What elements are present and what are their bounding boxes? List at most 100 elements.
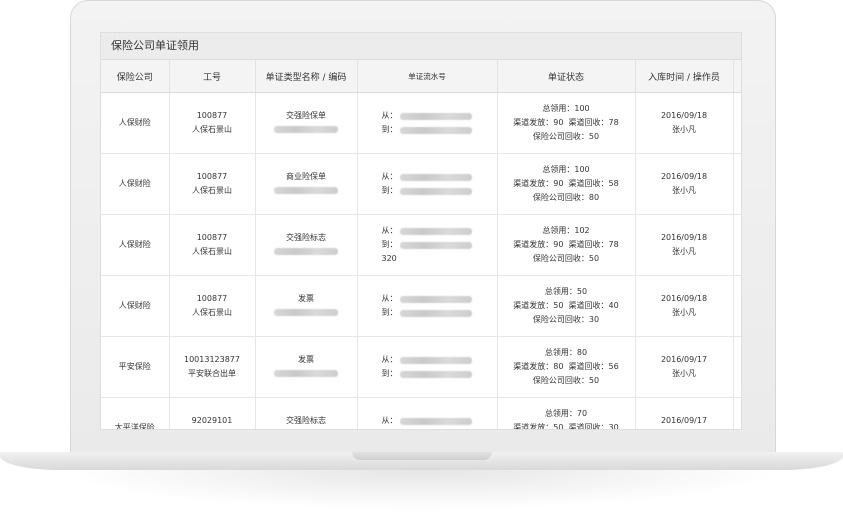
in-date: 2016/09/17 xyxy=(660,355,708,364)
channel-issue-value: 90 xyxy=(553,118,564,127)
channel-issue-value: 80 xyxy=(553,362,564,371)
cell-serial: 从： 到： 320 xyxy=(357,214,498,276)
serial-to-label: 到： xyxy=(381,125,398,134)
serial-to-label: 到： xyxy=(381,240,398,249)
total-value: 70 xyxy=(576,409,588,418)
serial-from-redacted xyxy=(399,417,472,425)
operator: 张小凡 xyxy=(672,125,696,134)
channel-recycle-value: 56 xyxy=(608,362,619,371)
cell-date-operator: 2016/09/18 张小凡 xyxy=(635,275,734,337)
cell-date-operator: 2016/09/17 张小凡 xyxy=(635,397,734,429)
cell-status: 总领用：100 渠道发放：90 渠道回收：58 保险公司回收：80 xyxy=(497,153,636,215)
cell-extra xyxy=(733,214,741,276)
laptop-shadow xyxy=(60,470,783,510)
channel-issue-label: 渠道发放： xyxy=(513,179,554,188)
emp-id: 100877 xyxy=(196,111,228,120)
serial-to-label: 到： xyxy=(382,428,400,429)
total-label: 总领用： xyxy=(544,348,577,357)
serial-to-redacted xyxy=(399,126,472,134)
cell-status: 总领用：50 渠道发放：50 渠道回收：40 保险公司回收：30 xyxy=(497,275,636,337)
total-label: 总领用： xyxy=(544,409,577,418)
emp-name: 人保石景山 xyxy=(192,186,232,195)
channel-recycle-value: 40 xyxy=(608,301,619,310)
serial-from-redacted xyxy=(399,295,472,303)
emp-id: 100877 xyxy=(196,172,228,181)
table-header-row: 保险公司 工号 单证类型名称 / 编码 单证流水号 单证状态 入库时间 / 操作… xyxy=(101,60,741,93)
serial-prefix: 320 xyxy=(381,254,397,263)
company-recycle-label: 保险公司回收： xyxy=(532,376,589,385)
doc-type-name: 发票 xyxy=(298,294,314,303)
operator: 张小凡 xyxy=(672,186,696,195)
table-row[interactable]: 人保财险 100877 人保石景山 商业险保单 从： 到： 总领用：100 渠道… xyxy=(101,153,741,215)
in-date: 2016/09/18 xyxy=(660,233,708,242)
in-date: 2016/09/18 xyxy=(660,294,708,303)
doc-type-name: 交强险保单 xyxy=(286,111,326,120)
total-value: 50 xyxy=(576,287,588,296)
cell-employee: 10013123877 平安联合出单 xyxy=(169,336,256,398)
channel-issue-label: 渠道发放： xyxy=(513,423,554,430)
channel-recycle-value: 78 xyxy=(608,118,619,127)
cell-status: 总领用：70 渠道发放：50 渠道回收：30 保险公司回收：30 xyxy=(497,397,636,430)
channel-issue-label: 渠道发放： xyxy=(513,362,554,371)
emp-id: 92029101 xyxy=(191,416,233,425)
company-recycle-label: 保险公司回收： xyxy=(532,193,589,202)
in-date: 2016/09/17 xyxy=(660,416,708,425)
cell-serial: 从： 到： xyxy=(357,275,498,337)
operator: 张小凡 xyxy=(672,247,696,256)
table-row[interactable]: 人保财险 100877 人保石景山 交强险标志 从： 到： 320 总领用：10… xyxy=(101,214,741,276)
doc-type-name: 交强险标志 xyxy=(286,416,326,425)
doc-code-redacted xyxy=(274,187,338,194)
serial-from-label: 从： xyxy=(381,355,398,364)
company-recycle-value: 50 xyxy=(588,254,600,263)
doc-type-name: 交强险标志 xyxy=(286,233,326,242)
panel-title: 保险公司单证领用 xyxy=(101,33,741,60)
serial-from-label: 从： xyxy=(381,294,398,303)
doc-code-redacted xyxy=(274,309,338,316)
company-recycle-value: 80 xyxy=(588,193,600,202)
col-header-status: 单证状态 xyxy=(497,60,636,93)
channel-recycle-label: 渠道回收： xyxy=(568,179,609,188)
table-row[interactable]: 人保财险 100877 人保石景山 交强险保单 从： 到： 总领用：100 渠道… xyxy=(101,92,741,154)
cell-doc-type: 交强险标志 xyxy=(255,214,358,276)
in-date: 2016/09/18 xyxy=(660,111,708,120)
channel-issue-label: 渠道发放： xyxy=(513,301,554,310)
channel-issue-value: 50 xyxy=(553,423,564,430)
cell-date-operator: 2016/09/18 张小凡 xyxy=(635,153,734,215)
cell-employee: 100877 人保石景山 xyxy=(169,92,256,154)
cell-date-operator: 2016/09/18 张小凡 xyxy=(635,214,734,276)
laptop-notch xyxy=(352,452,492,460)
cell-date-operator: 2016/09/18 张小凡 xyxy=(635,92,734,154)
doc-type-name: 发票 xyxy=(298,355,314,364)
cell-serial: 从： 到： xyxy=(357,336,498,398)
cell-doc-type: 发票 xyxy=(255,275,358,337)
channel-recycle-label: 渠道回收： xyxy=(568,240,609,249)
channel-recycle-value: 30 xyxy=(608,423,619,430)
serial-to-redacted xyxy=(399,187,472,195)
serial-from-label: 从： xyxy=(381,416,398,425)
company-recycle-label: 保险公司回收： xyxy=(532,315,589,324)
col-header-date-operator: 入库时间 / 操作员 xyxy=(635,60,734,93)
col-header-extra xyxy=(733,60,741,93)
channel-recycle-value: 78 xyxy=(608,240,619,249)
document-table: 保险公司 工号 单证类型名称 / 编码 单证流水号 单证状态 入库时间 / 操作… xyxy=(101,60,741,430)
serial-from-redacted xyxy=(399,173,472,181)
doc-code-redacted xyxy=(274,126,338,133)
channel-issue-label: 渠道发放： xyxy=(513,240,554,249)
cell-doc-type: 商业险保单 xyxy=(255,153,358,215)
doc-code-redacted xyxy=(274,370,338,377)
company-recycle-label: 保险公司回收： xyxy=(532,254,589,263)
total-value: 80 xyxy=(576,348,588,357)
table-row[interactable]: 太平洋保险 92029101 太平洋渠道 交强险标志 从： 到： 总领用：70 … xyxy=(101,397,741,430)
total-label: 总领用： xyxy=(544,287,577,296)
serial-to-redacted xyxy=(399,370,472,378)
cell-company: 人保财险 xyxy=(101,275,170,337)
cell-extra xyxy=(733,336,741,398)
channel-recycle-label: 渠道回收： xyxy=(568,362,609,371)
cell-doc-type: 交强险保单 xyxy=(255,92,358,154)
table-row[interactable]: 平安保险 10013123877 平安联合出单 发票 从： 到： 总领用：80 … xyxy=(101,336,741,398)
serial-from-label: 从： xyxy=(381,172,398,181)
channel-issue-label: 渠道发放： xyxy=(513,118,554,127)
cell-status: 总领用：100 渠道发放：90 渠道回收：78 保险公司回收：50 xyxy=(497,92,636,154)
cell-status: 总领用：102 渠道发放：90 渠道回收：78 保险公司回收：50 xyxy=(497,214,636,276)
table-row[interactable]: 人保财险 100877 人保石景山 发票 从： 到： 总领用：50 渠道发放：5… xyxy=(101,275,741,337)
